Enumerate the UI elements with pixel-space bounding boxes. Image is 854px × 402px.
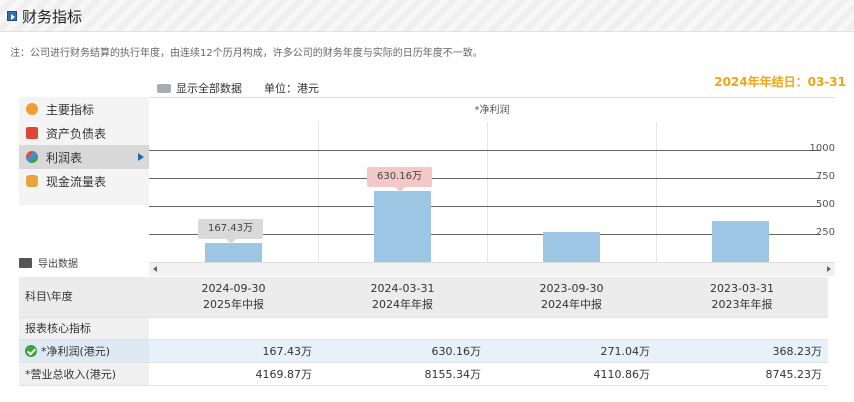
- export-icon: [19, 257, 32, 268]
- fiscal-year-note: 注：公司进行财务结算的执行年度，由连续12个历月构成，许多公司的财务年度与实际的…: [10, 48, 483, 59]
- column-header: 2024-09-30 2025年中报: [149, 277, 318, 318]
- globe-icon: [26, 151, 38, 163]
- sidebar-item-label: 利润表: [46, 150, 83, 165]
- sidebar-item-label: 现金流量表: [46, 174, 107, 189]
- message-icon: [157, 83, 171, 93]
- corner-header: 科目\年度: [19, 277, 149, 318]
- table-cell: 8745.23万: [656, 362, 828, 386]
- bar[interactable]: [205, 243, 262, 262]
- show-all-data-link[interactable]: 显示全部数据: [176, 80, 242, 96]
- check-icon: [25, 344, 37, 357]
- sidebar-item-balance-sheet[interactable]: 资产负债表: [19, 121, 149, 145]
- unit-label: 单位：港元: [264, 82, 319, 95]
- bar-value-label: 167.43万: [198, 219, 263, 245]
- sidebar: 主要指标 资产负债表 利润表 现金流量表: [19, 97, 149, 205]
- y-tick-label: 250: [815, 227, 835, 238]
- play-icon: [7, 11, 17, 21]
- table-row[interactable]: *营业总收入(港元) 4169.87万 8155.34万 4110.86万 87…: [19, 362, 828, 386]
- bar[interactable]: [543, 231, 600, 262]
- toolbar: 显示全部数据 单位：港元: [157, 80, 319, 96]
- chart-scrollbar[interactable]: [149, 262, 835, 276]
- financial-table: 科目\年度 2024-09-30 2025年中报 2024-03-31 2024年年…: [19, 277, 828, 386]
- scroll-left-icon[interactable]: [153, 266, 157, 272]
- sidebar-item-label: 资产负债表: [46, 126, 107, 141]
- export-data-button[interactable]: 导出数据: [19, 255, 78, 270]
- bar[interactable]: [374, 191, 431, 262]
- gridline: [149, 206, 821, 207]
- bar-value-label: 630.16万: [367, 167, 432, 193]
- gridline: [149, 150, 821, 151]
- table-cell: 167.43万: [149, 339, 318, 363]
- section-row: 报表核心指标: [19, 317, 828, 340]
- section-label: 报表核心指标: [19, 317, 149, 340]
- column-divider: [318, 122, 319, 263]
- table-cell: 271.04万: [487, 339, 656, 363]
- scroll-right-icon[interactable]: [827, 266, 831, 272]
- y-tick-label: 1000: [809, 143, 835, 154]
- document-icon: [26, 127, 38, 139]
- table-row[interactable]: *净利润(港元) 167.43万 630.16万 271.04万 368.23万: [19, 339, 828, 363]
- gridline: [149, 178, 821, 179]
- column-divider: [656, 122, 657, 263]
- row-label: *营业总收入(港元): [19, 362, 149, 386]
- table-cell: 4110.86万: [487, 362, 656, 386]
- table-cell: 4169.87万: [149, 362, 318, 386]
- sidebar-item-label: 主要指标: [46, 102, 95, 117]
- bar[interactable]: [712, 220, 769, 262]
- page-title: 财务指标: [22, 8, 83, 26]
- sidebar-item-cash-flow[interactable]: 现金流量表: [19, 169, 149, 193]
- sidebar-item-main-indicators[interactable]: 主要指标: [19, 97, 149, 121]
- export-label: 导出数据: [38, 259, 78, 270]
- net-profit-chart: *净利润 250 500 750 1000 167.43万 630.16万: [149, 97, 835, 263]
- column-header: 2023-09-30 2024年中报: [487, 277, 656, 318]
- gear-icon: [26, 103, 38, 115]
- row-label: *净利润(港元): [19, 339, 149, 363]
- y-tick-label: 750: [815, 171, 835, 182]
- coins-icon: [26, 175, 38, 187]
- table-header-row: 科目\年度 2024-09-30 2025年中报 2024-03-31 2024年年…: [19, 277, 828, 318]
- title-bar: 财务指标: [0, 0, 854, 32]
- column-header: 2024-03-31 2024年年报: [318, 277, 487, 318]
- chevron-right-icon: [138, 153, 144, 161]
- table-cell: 368.23万: [656, 339, 828, 363]
- chart-title: *净利润: [474, 105, 510, 116]
- fiscal-year-end: 2024年年结日：03-31: [714, 75, 846, 89]
- column-divider: [487, 122, 488, 263]
- y-tick-label: 500: [815, 199, 835, 210]
- table-cell: 630.16万: [318, 339, 487, 363]
- column-header: 2023-03-31 2023年年报: [656, 277, 828, 318]
- sidebar-item-income-statement[interactable]: 利润表: [19, 145, 149, 169]
- table-cell: 8155.34万: [318, 362, 487, 386]
